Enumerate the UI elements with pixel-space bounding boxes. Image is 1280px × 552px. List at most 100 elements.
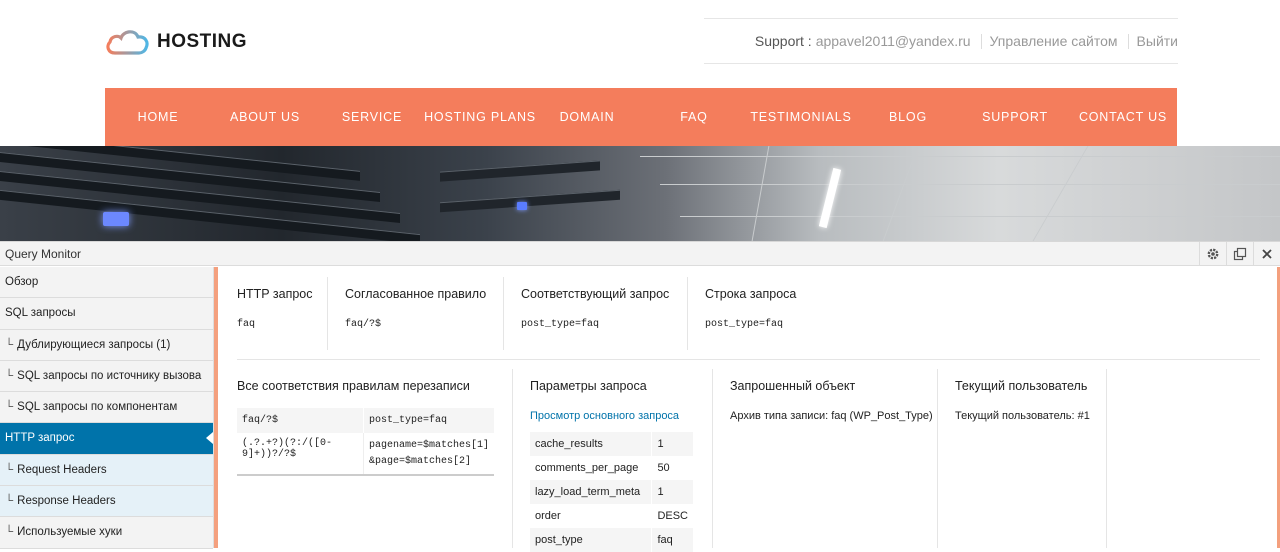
qm-sidebar: Обзор SQL запросы └ Дублирующиеся запросы… (0, 267, 214, 549)
rewrite-query-line: &page=$matches[2] (368, 456, 471, 467)
rewrite-rule-cell: (.?.+?)(?:/([0-9]+))?/?$ (242, 438, 333, 460)
nav-item-home[interactable]: HOME (127, 88, 189, 146)
support-label: Support : (754, 33, 812, 49)
divider (1106, 369, 1107, 548)
section-heading: Текущий пользователь (955, 379, 1088, 393)
nav-item-testimonials[interactable]: TESTIMONIALS (750, 88, 852, 146)
divider (237, 359, 1260, 360)
table-row: faq/?$ post_type=faq (237, 408, 494, 433)
nav-item-faq[interactable]: FAQ (670, 88, 718, 146)
sidebar-item-queries-by-caller[interactable]: └ SQL запросы по источнику вызова (0, 360, 213, 393)
popout-icon (1233, 247, 1247, 261)
popout-button[interactable] (1226, 242, 1253, 266)
section-heading: Согласованное правило (345, 287, 487, 301)
table-row: order DESC (530, 504, 694, 528)
table-row: comments_per_page 50 (530, 456, 694, 480)
nav-item-domain[interactable]: DOMAIN (555, 88, 619, 146)
tree-branch-icon: └ (5, 401, 14, 414)
sidebar-item-sql-queries[interactable]: SQL запросы (0, 298, 213, 330)
qm-title-bar: Query Monitor (0, 242, 1280, 266)
qm-title: Query Monitor (5, 247, 82, 261)
sidebar-item-request-headers[interactable]: └ Request Headers (0, 454, 213, 487)
section-heading: Строка запроса (705, 287, 797, 301)
rewrite-query-line: pagename=$matches[1] (368, 440, 489, 451)
sidebar-item-label: SQL запросы по источнику вызова (17, 369, 202, 382)
close-button[interactable] (1253, 242, 1280, 266)
query-monitor-panel: Query Monitor Обзор SQL запросы └ Дублир… (0, 241, 1280, 552)
divider (980, 33, 982, 49)
hero-banner-image (0, 146, 1280, 241)
nav-item-contact-us[interactable]: CONTACT US (1077, 88, 1169, 146)
view-main-query-link[interactable]: Просмотр основного запроса (530, 410, 679, 422)
divider (687, 277, 688, 350)
sidebar-item-label: SQL запросы (5, 307, 76, 320)
sidebar-item-overview[interactable]: Обзор (0, 267, 213, 299)
support-email[interactable]: appavel2011@yandex.ru (816, 33, 971, 49)
qm-http-request-panel: HTTP запрос faq Согласованное правило fa… (218, 267, 1277, 552)
section-heading: Соответствующий запрос (521, 287, 670, 301)
divider (1127, 33, 1129, 49)
sidebar-item-used-hooks[interactable]: └ Используемые хуки (0, 517, 213, 549)
sidebar-item-label: Обзор (5, 276, 39, 288)
divider (512, 369, 513, 548)
param-name: lazy_load_term_meta (530, 480, 653, 504)
sidebar-item-label: SQL запросы по компонентам (17, 401, 178, 414)
table-row: lazy_load_term_meta 1 (530, 480, 694, 504)
query-string-value: post_type=faq (705, 319, 784, 330)
table-row: cache_results 1 (530, 432, 694, 456)
sidebar-item-queries-by-component[interactable]: └ SQL запросы по компонентам (0, 392, 213, 424)
nav-item-about-us[interactable]: ABOUT US (223, 88, 307, 146)
divider (712, 369, 713, 548)
table-row: post_type faq (530, 528, 694, 552)
param-name: post_type (530, 528, 653, 552)
divider (503, 277, 504, 350)
sidebar-item-label: Response Headers (17, 495, 116, 508)
site-logo[interactable]: HOSTING (105, 26, 247, 58)
logout-link[interactable]: Выйти (1137, 33, 1178, 49)
section-heading: Все соответствия правилам перезаписи (237, 379, 470, 393)
http-request-value: faq (237, 319, 256, 330)
nav-item-support[interactable]: SUPPORT (979, 88, 1051, 146)
divider (327, 277, 328, 350)
tree-branch-icon: └ (5, 495, 14, 508)
tree-branch-icon: └ (5, 526, 14, 539)
sidebar-item-label: Request Headers (17, 463, 107, 476)
divider (937, 369, 938, 548)
param-name: comments_per_page (530, 456, 653, 480)
rewrite-rules-table: faq/?$ post_type=faq (.?.+?)(?:/([0-9]+)… (237, 408, 494, 476)
param-name: cache_results (530, 432, 653, 456)
rewrite-query-cell: post_type=faq (362, 408, 494, 433)
query-params-table: cache_results 1 comments_per_page 50 lazy_… (530, 432, 694, 552)
rewrite-rule-cell: faq/?$ (237, 408, 364, 433)
settings-button[interactable] (1199, 242, 1226, 266)
rewrite-query-cell: pagename=$matches[1] &page=$matches[2] (362, 433, 494, 475)
nav-item-blog[interactable]: BLOG (883, 88, 933, 146)
param-value: DESC (651, 504, 694, 528)
param-name: order (530, 504, 653, 528)
section-heading: Параметры запроса (530, 379, 647, 393)
top-bar: Support : appavel2011@yandex.ru Управлен… (704, 18, 1178, 64)
current-user-value: Текущий пользователь: #1 (955, 410, 1090, 422)
main-nav: HOME ABOUT US SERVICE HOSTING PLANS DOMA… (105, 88, 1177, 146)
sidebar-item-response-headers[interactable]: └ Response Headers (0, 486, 213, 518)
queried-object-value: Архив типа записи: faq (WP_Post_Type) (730, 410, 933, 422)
matching-query-value: post_type=faq (521, 319, 600, 330)
gear-icon (1207, 248, 1219, 260)
sidebar-item-label: HTTP запрос (5, 432, 75, 445)
matched-rule-value: faq/?$ (345, 319, 382, 330)
sidebar-item-http-request[interactable]: HTTP запрос (0, 423, 213, 455)
param-value: faq (651, 528, 694, 552)
section-heading: HTTP запрос (237, 287, 313, 301)
sidebar-item-label: Дублирующиеся запросы (1) (17, 338, 171, 351)
nav-item-service[interactable]: SERVICE (339, 88, 405, 146)
qm-controls (1199, 242, 1280, 266)
sidebar-item-duplicate-queries[interactable]: └ Дублирующиеся запросы (1) (0, 329, 213, 361)
param-value: 1 (651, 432, 694, 456)
site-header: HOSTING Support : appavel2011@yandex.ru … (0, 0, 1280, 88)
manage-site-link[interactable]: Управление сайтом (990, 33, 1118, 49)
nav-item-hosting-plans[interactable]: HOSTING PLANS (423, 88, 537, 146)
tree-branch-icon: └ (5, 463, 14, 476)
cloud-logo-icon (106, 30, 149, 55)
tree-branch-icon: └ (5, 338, 14, 351)
param-value: 1 (651, 480, 694, 504)
